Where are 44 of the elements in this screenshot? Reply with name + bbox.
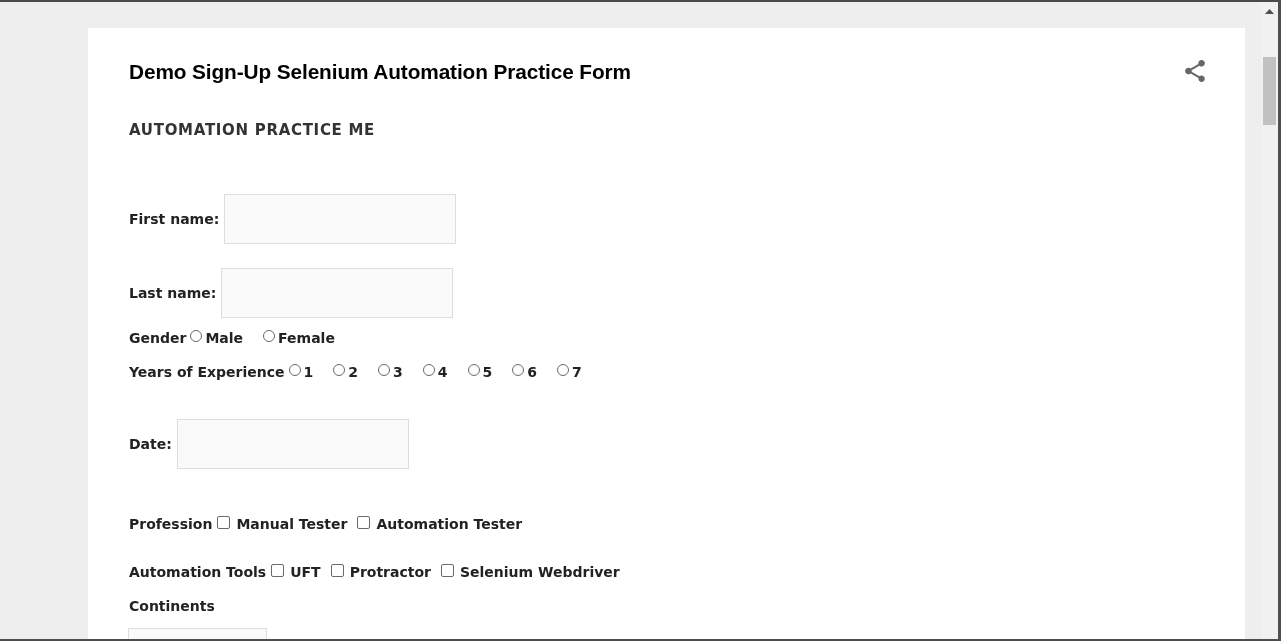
radio-button[interactable]	[288, 364, 301, 376]
field-label: Years of Experience	[129, 363, 285, 382]
option-label: 2	[348, 363, 359, 382]
option-label: 4	[437, 363, 448, 382]
checkbox[interactable]	[357, 515, 371, 529]
option-label: Male	[205, 329, 244, 348]
section-heading: AUTOMATION PRACTICE ME	[129, 121, 377, 139]
field-label: Automation Tools	[129, 563, 267, 582]
share-icon[interactable]	[1185, 60, 1205, 82]
option-label: 1	[303, 363, 314, 382]
option-label: Automation Tester	[376, 515, 523, 534]
checkbox[interactable]	[441, 563, 454, 577]
radio-button[interactable]	[557, 364, 570, 376]
checkbox[interactable]	[217, 515, 231, 529]
option-label: Protractor	[349, 563, 431, 582]
scroll-up-arrow-icon[interactable]	[1265, 9, 1274, 14]
field-label: First name:	[129, 210, 220, 229]
radio-button[interactable]	[333, 364, 346, 376]
radio-button[interactable]	[467, 364, 480, 376]
option-label: 3	[393, 363, 403, 382]
radio-button[interactable]	[263, 330, 276, 342]
field-label: Continents	[129, 597, 215, 616]
option-label: UFT	[290, 563, 321, 582]
scrollbar-thumb[interactable]	[1263, 57, 1276, 125]
field-label: Date:	[129, 435, 172, 454]
option-label: 6	[527, 363, 538, 382]
field-label: Last name:	[129, 284, 217, 303]
field-label: Profession	[129, 515, 213, 534]
option-label: 7	[572, 363, 582, 382]
input-field[interactable]	[224, 194, 457, 244]
option-label: Selenium Webdriver	[460, 563, 620, 582]
option-label: Manual Tester	[236, 515, 348, 534]
page-title: Demo Sign-Up Selenium Automation Practice Form	[129, 59, 631, 85]
radio-button[interactable]	[190, 330, 203, 342]
input-field[interactable]	[221, 268, 454, 318]
radio-button[interactable]	[378, 364, 391, 376]
radio-button[interactable]	[422, 364, 435, 376]
field-label: Gender	[129, 329, 187, 348]
checkbox[interactable]	[330, 563, 344, 577]
radio-button[interactable]	[512, 364, 525, 376]
option-label: Female	[278, 329, 335, 348]
checkbox[interactable]	[271, 563, 285, 577]
input-field[interactable]	[176, 419, 409, 469]
option-label: 5	[482, 363, 493, 382]
